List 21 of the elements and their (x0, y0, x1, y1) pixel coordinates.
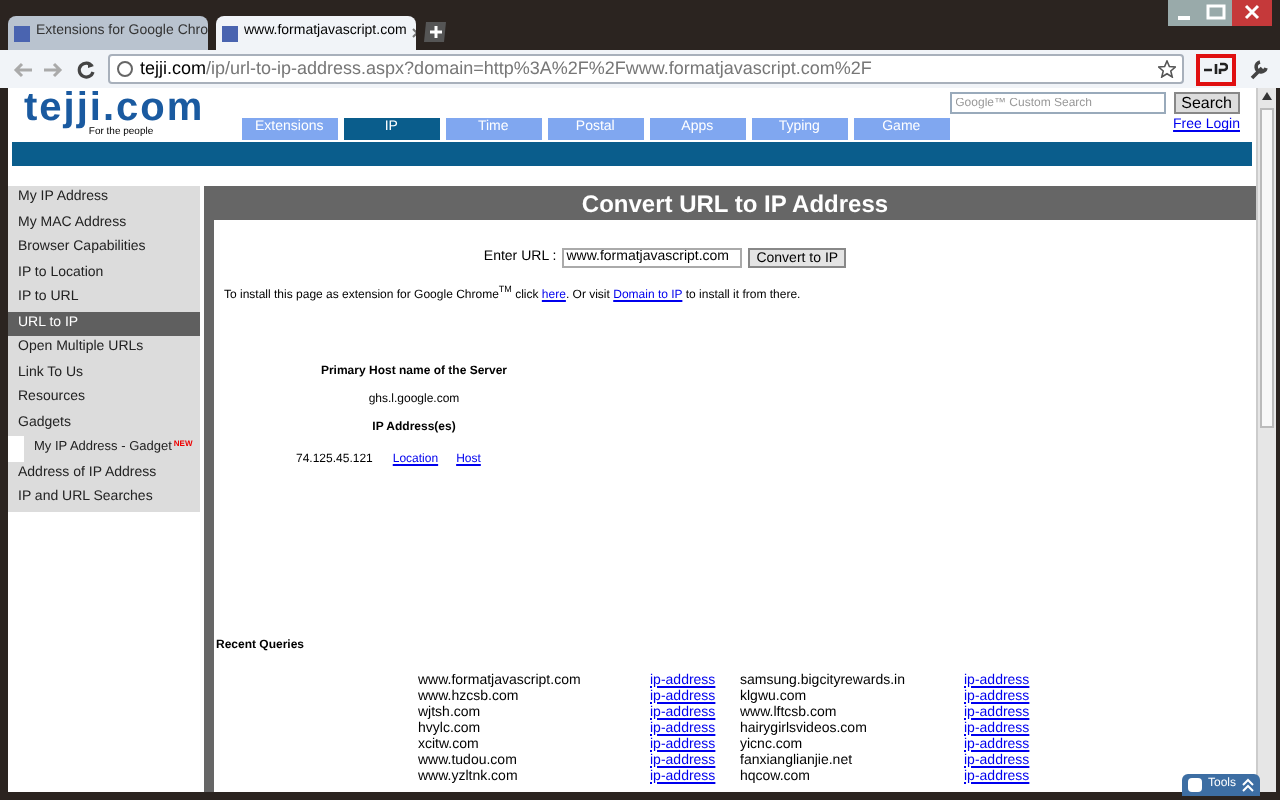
expand-icon (1242, 778, 1254, 792)
extension-button[interactable] (1196, 53, 1236, 85)
tools-icon (1187, 778, 1202, 792)
new-tab-icon[interactable] (424, 22, 448, 42)
reload-icon[interactable] (76, 59, 96, 79)
scrollbar[interactable] (1256, 88, 1276, 792)
favicon-icon (222, 25, 238, 41)
url-path: /ip/url-to-ip-address.aspx?domain=http%3A%2F%2Fwww.formatjavascript.com%2F (206, 56, 872, 82)
page-icon (116, 60, 134, 78)
favicon-icon (14, 25, 30, 41)
site-logo[interactable]: tejji.com (24, 89, 214, 125)
ip-extension-icon (1204, 62, 1228, 76)
scroll-thumb[interactable] (1260, 108, 1274, 428)
scroll-up-icon[interactable] (1262, 92, 1272, 100)
address-bar[interactable]: tejji.com/ip/url-to-ip-address.aspx?domain=http%3A%2F%2Fwww.formatjavascript.com%2F (108, 54, 1184, 84)
wrench-icon[interactable] (1248, 59, 1268, 79)
page-title: Convert URL to IP Address (214, 186, 1256, 220)
search-button[interactable]: Search (1173, 92, 1240, 114)
star-icon[interactable] (1158, 60, 1176, 78)
window-controls-drawing[interactable] (1168, 0, 1272, 30)
url-host: tejji.com (140, 56, 207, 82)
